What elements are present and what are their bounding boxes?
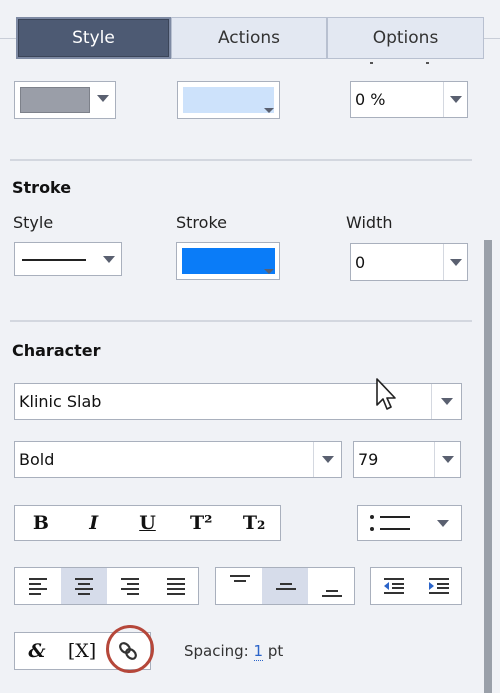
font-size-value: 79: [358, 450, 379, 469]
stroke-style-dropdown[interactable]: [14, 242, 122, 276]
align-right-icon: [121, 577, 139, 595]
chevron-down-icon[interactable]: [443, 82, 467, 117]
fill-color-dropdown[interactable]: [14, 81, 116, 119]
tab-actions[interactable]: Actions: [171, 17, 327, 59]
stroke-color-dropdown[interactable]: [176, 242, 280, 280]
stroke-width-label: Width: [346, 213, 393, 232]
tab-bar-line-right: [484, 38, 500, 39]
font-size-input[interactable]: 79: [353, 441, 461, 478]
increase-indent-icon: [429, 578, 449, 594]
decrease-indent-button[interactable]: [371, 568, 417, 604]
font-weight-dropdown[interactable]: Bold: [14, 441, 342, 478]
font-weight-value: Bold: [19, 450, 55, 469]
horizontal-align-group: [14, 567, 199, 605]
text-format-group: B I U T² T₂: [14, 505, 281, 541]
stroke-width-value: 0: [355, 252, 366, 272]
superscript-button[interactable]: T²: [174, 506, 228, 540]
chevron-down-icon[interactable]: [443, 244, 467, 280]
align-top-button[interactable]: [216, 568, 262, 604]
spacing-unit: pt: [263, 642, 284, 660]
indent-group: [370, 567, 462, 605]
spacing-value[interactable]: 1: [253, 642, 264, 661]
highlight-circle: [106, 625, 154, 673]
align-middle-button[interactable]: [262, 568, 308, 604]
font-family-value: Klinic Slab: [19, 392, 102, 411]
tab-bar-line-left: [0, 38, 16, 39]
align-bottom-icon: [321, 590, 342, 597]
italic-button[interactable]: I: [67, 506, 121, 540]
section-divider: [10, 320, 472, 322]
align-center-icon: [75, 577, 93, 595]
vertical-align-group: [215, 567, 355, 605]
tab-options[interactable]: Options: [327, 17, 484, 59]
opacity-label-clipped: [366, 62, 436, 68]
solid-line-icon: [22, 259, 86, 261]
chevron-down-icon[interactable]: [431, 384, 461, 419]
increase-indent-button[interactable]: [417, 568, 461, 604]
align-left-button[interactable]: [15, 568, 61, 604]
chevron-down-icon: [103, 256, 115, 263]
chevron-down-icon: [264, 108, 274, 113]
gradient-color-dropdown[interactable]: [177, 81, 280, 119]
stroke-width-input[interactable]: 0: [350, 243, 468, 281]
stroke-color-label: Stroke: [176, 213, 227, 232]
chevron-down-icon: [437, 520, 449, 527]
align-top-icon: [230, 575, 251, 582]
spacing-label: Spacing:: [184, 642, 254, 660]
chevron-down-icon[interactable]: [434, 442, 460, 477]
bold-button[interactable]: B: [15, 506, 67, 540]
align-center-button[interactable]: [61, 568, 107, 604]
fill-color-swatch: [20, 87, 90, 113]
subscript-button[interactable]: T₂: [228, 506, 280, 540]
align-left-icon: [29, 577, 47, 595]
chevron-down-icon: [97, 95, 109, 102]
list-style-dropdown[interactable]: [357, 505, 462, 541]
tab-style[interactable]: Style: [16, 17, 171, 59]
opacity-input[interactable]: 0 %: [350, 81, 468, 118]
character-section-title: Character: [12, 341, 101, 360]
stroke-style-label: Style: [13, 213, 54, 232]
stroke-section-title: Stroke: [12, 178, 72, 197]
chevron-down-icon[interactable]: [313, 442, 341, 477]
panel-scrollbar[interactable]: [484, 240, 492, 693]
insert-variable-button[interactable]: [X]: [59, 633, 105, 669]
section-divider: [10, 159, 472, 161]
underline-button[interactable]: U: [121, 506, 175, 540]
mouse-cursor-icon: [376, 378, 396, 410]
align-bottom-button[interactable]: [308, 568, 354, 604]
spacing-control: Spacing: 1 pt: [184, 642, 284, 661]
align-justify-button[interactable]: [153, 568, 198, 604]
align-middle-icon: [276, 582, 296, 590]
align-right-button[interactable]: [107, 568, 153, 604]
decrease-indent-icon: [384, 578, 404, 594]
gradient-color-swatch: [183, 87, 274, 113]
align-justify-icon: [166, 577, 185, 595]
insert-symbol-button[interactable]: &: [15, 633, 59, 669]
chevron-down-icon: [264, 269, 274, 274]
stroke-color-swatch: [182, 248, 275, 274]
opacity-value: 0 %: [355, 90, 386, 109]
